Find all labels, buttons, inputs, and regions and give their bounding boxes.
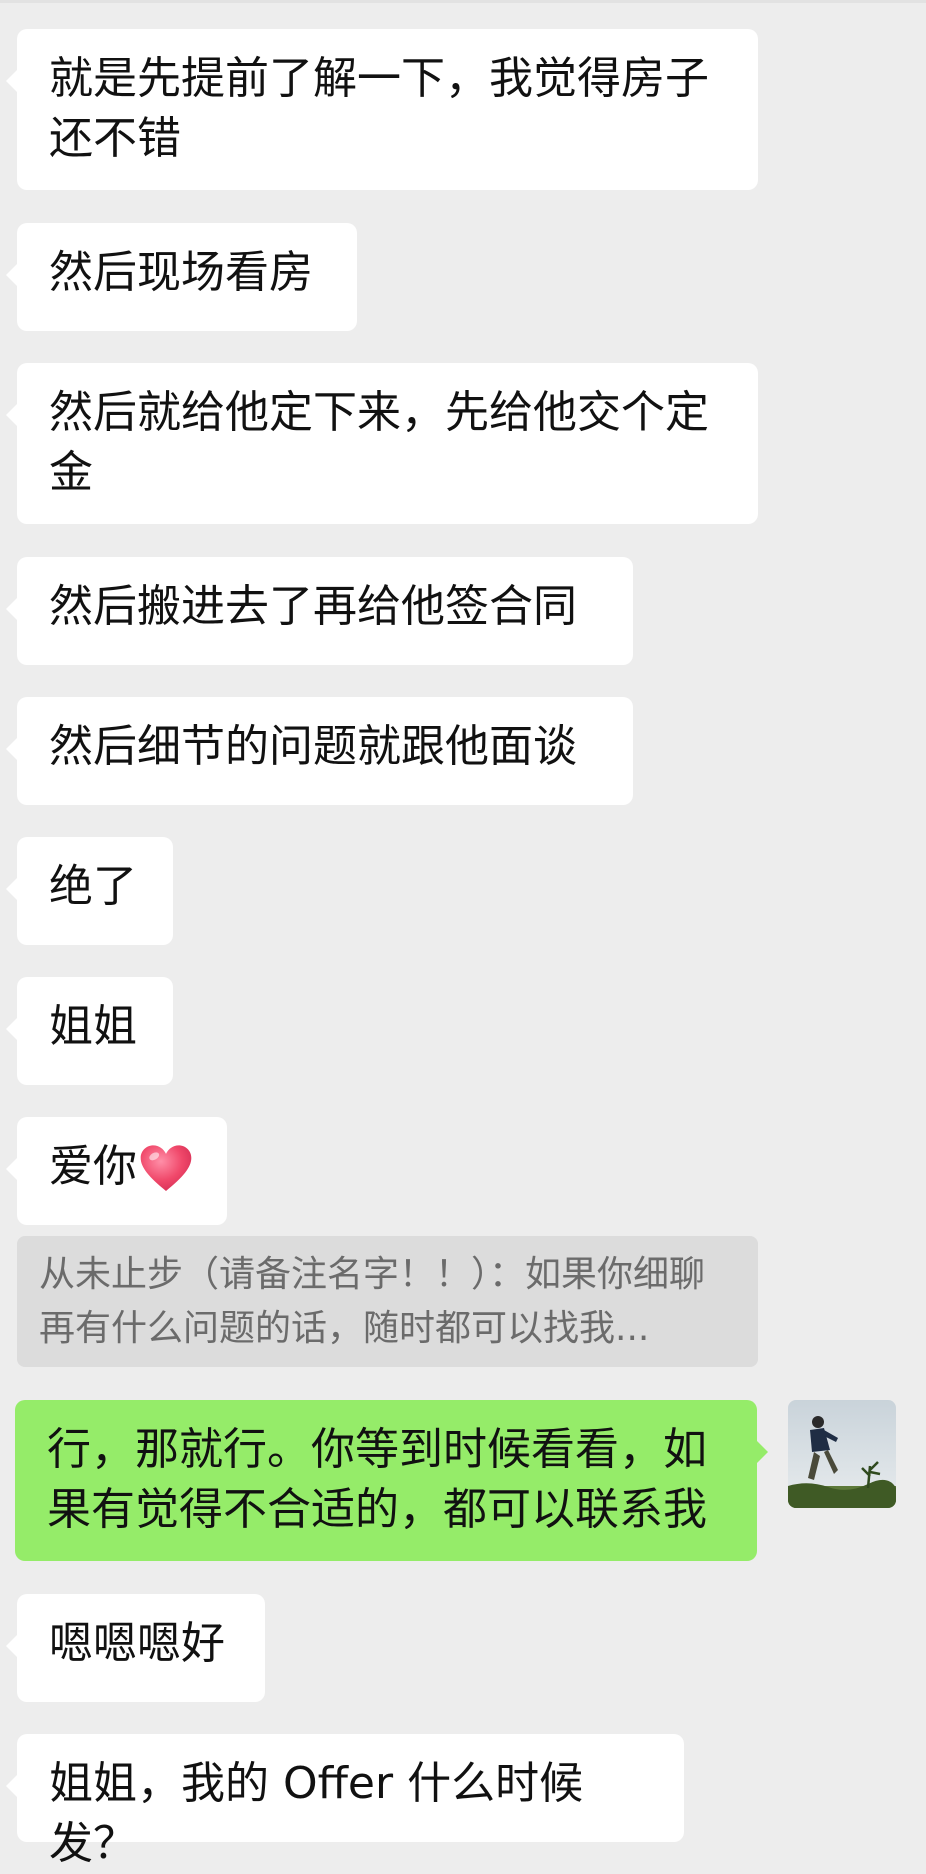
top-divider — [0, 0, 926, 3]
message-bubble-5[interactable]: 然后细节的问题就跟他面谈 — [6, 697, 633, 805]
heart-icon — [140, 1145, 192, 1191]
message-text: 然后细节的问题就跟他面谈 — [49, 721, 577, 772]
message-text: 嗯嗯嗯好 — [49, 1618, 225, 1669]
message-text: 然后就给他定下来，先给他交个定金 — [49, 387, 709, 498]
message-bubble-2[interactable]: 然后现场看房 — [6, 223, 357, 331]
message-text: 然后现场看房 — [49, 247, 313, 298]
message-text: 姐姐 — [49, 1001, 137, 1052]
message-bubble-11[interactable]: 姐姐，我的 Offer 什么时候发？ — [6, 1734, 684, 1869]
avatar[interactable] — [788, 1400, 896, 1508]
message-bubble-7[interactable]: 姐姐 — [6, 977, 173, 1085]
quoted-message[interactable]: 从未止步（请备注名字！！）：如果你细聊再有什么问题的话，随时都可以找我... — [17, 1236, 758, 1367]
message-text: 行，那就行。你等到时候看看，如果有觉得不合适的，都可以联系我 — [47, 1424, 707, 1535]
message-bubble-6[interactable]: 绝了 — [6, 837, 173, 945]
message-bubble-8[interactable]: 爱你 — [6, 1117, 227, 1225]
message-bubble-3[interactable]: 然后就给他定下来，先给他交个定金 — [6, 363, 758, 524]
message-text: 然后搬进去了再给他签合同 — [49, 581, 577, 632]
message-bubble-outgoing[interactable]: 行，那就行。你等到时候看看，如果有觉得不合适的，都可以联系我 — [15, 1400, 768, 1561]
quoted-text: 从未止步（请备注名字！！）：如果你细聊再有什么问题的话，随时都可以找我... — [39, 1254, 706, 1349]
message-text: 姐姐，我的 Offer 什么时候发？ — [49, 1758, 584, 1869]
message-text: 绝了 — [49, 861, 137, 912]
avatar-image — [788, 1400, 896, 1508]
message-bubble-4[interactable]: 然后搬进去了再给他签合同 — [6, 557, 633, 665]
message-text: 爱你 — [49, 1141, 137, 1192]
message-bubble-10[interactable]: 嗯嗯嗯好 — [6, 1594, 265, 1702]
message-text: 就是先提前了解一下，我觉得房子还不错 — [49, 53, 709, 164]
message-bubble-1[interactable]: 就是先提前了解一下，我觉得房子还不错 — [6, 29, 758, 190]
